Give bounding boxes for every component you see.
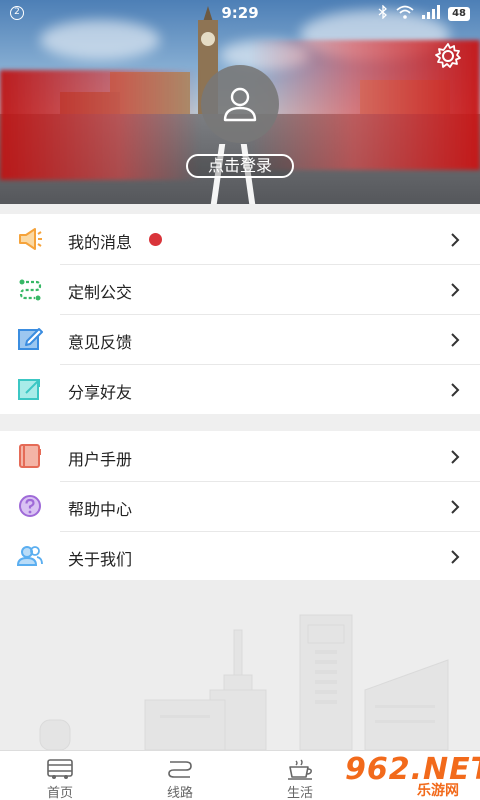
menu-item-label: 我的消息 [68, 233, 133, 252]
status-bar: 2 9:29 48 [0, 0, 480, 26]
tab-life[interactable]: 生活 [240, 751, 360, 800]
site-watermark-logo: 962.NET 乐游网 [345, 752, 480, 799]
menu-item-help-center[interactable]: 帮助中心 [0, 481, 480, 531]
menu-item-feedback[interactable]: 意见反馈 [0, 314, 480, 364]
share-icon [17, 377, 43, 401]
watermark-sub-text: 乐游网 [417, 783, 459, 799]
menu-item-label: 意见反馈 [68, 333, 133, 352]
help-icon [17, 494, 43, 518]
menu-item-share[interactable]: 分享好友 [0, 364, 480, 414]
watermark-main-text: 962.NET [345, 752, 480, 787]
chevron-right-icon [450, 449, 460, 464]
tab-label: 线路 [166, 786, 193, 800]
unread-badge [149, 233, 162, 246]
avatar[interactable] [201, 65, 279, 143]
menu-item-label: 分享好友 [68, 383, 133, 402]
settings-gear-icon[interactable] [434, 42, 462, 70]
battery-level: 48 [448, 7, 470, 21]
signal-icon [422, 5, 441, 23]
tab-label: 生活 [286, 786, 313, 800]
menu-item-messages[interactable]: 我的消息 [0, 214, 480, 264]
chevron-right-icon [450, 549, 460, 564]
route-icon [17, 277, 43, 301]
feedback-edit-icon [17, 327, 43, 351]
menu-item-custom-bus[interactable]: 定制公交 [0, 264, 480, 314]
menu-item-label: 定制公交 [68, 283, 133, 302]
tab-label: 首页 [46, 786, 73, 800]
chevron-right-icon [450, 232, 460, 247]
menu-item-label: 帮助中心 [68, 500, 133, 519]
city-skyline-illustration [0, 580, 480, 750]
menu-item-label: 用户手册 [68, 450, 133, 469]
route-line-icon [168, 761, 192, 778]
chevron-right-icon [450, 382, 460, 397]
bluetooth-icon [378, 4, 388, 23]
menu-item-label: 关于我们 [68, 550, 133, 569]
manual-book-icon [17, 444, 43, 468]
chevron-right-icon [450, 499, 460, 514]
wifi-icon [396, 5, 414, 23]
speaker-icon [17, 227, 43, 251]
menu-item-user-manual[interactable]: 用户手册 [0, 431, 480, 481]
login-button[interactable]: 点击登录 [186, 154, 294, 178]
tab-routes[interactable]: 线路 [120, 751, 240, 800]
menu-item-about-us[interactable]: 关于我们 [0, 531, 480, 581]
about-users-icon [17, 544, 43, 568]
menu-group-primary: 我的消息 定制公交 意见反馈 分享好友 [0, 214, 480, 414]
coffee-cup-icon [288, 759, 312, 780]
home-bus-icon [47, 759, 73, 779]
menu-group-secondary: 用户手册 帮助中心 关于我们 [0, 431, 480, 581]
chevron-right-icon [450, 332, 460, 347]
user-icon [223, 87, 257, 122]
tab-home[interactable]: 首页 [0, 751, 120, 800]
chevron-right-icon [450, 282, 460, 297]
